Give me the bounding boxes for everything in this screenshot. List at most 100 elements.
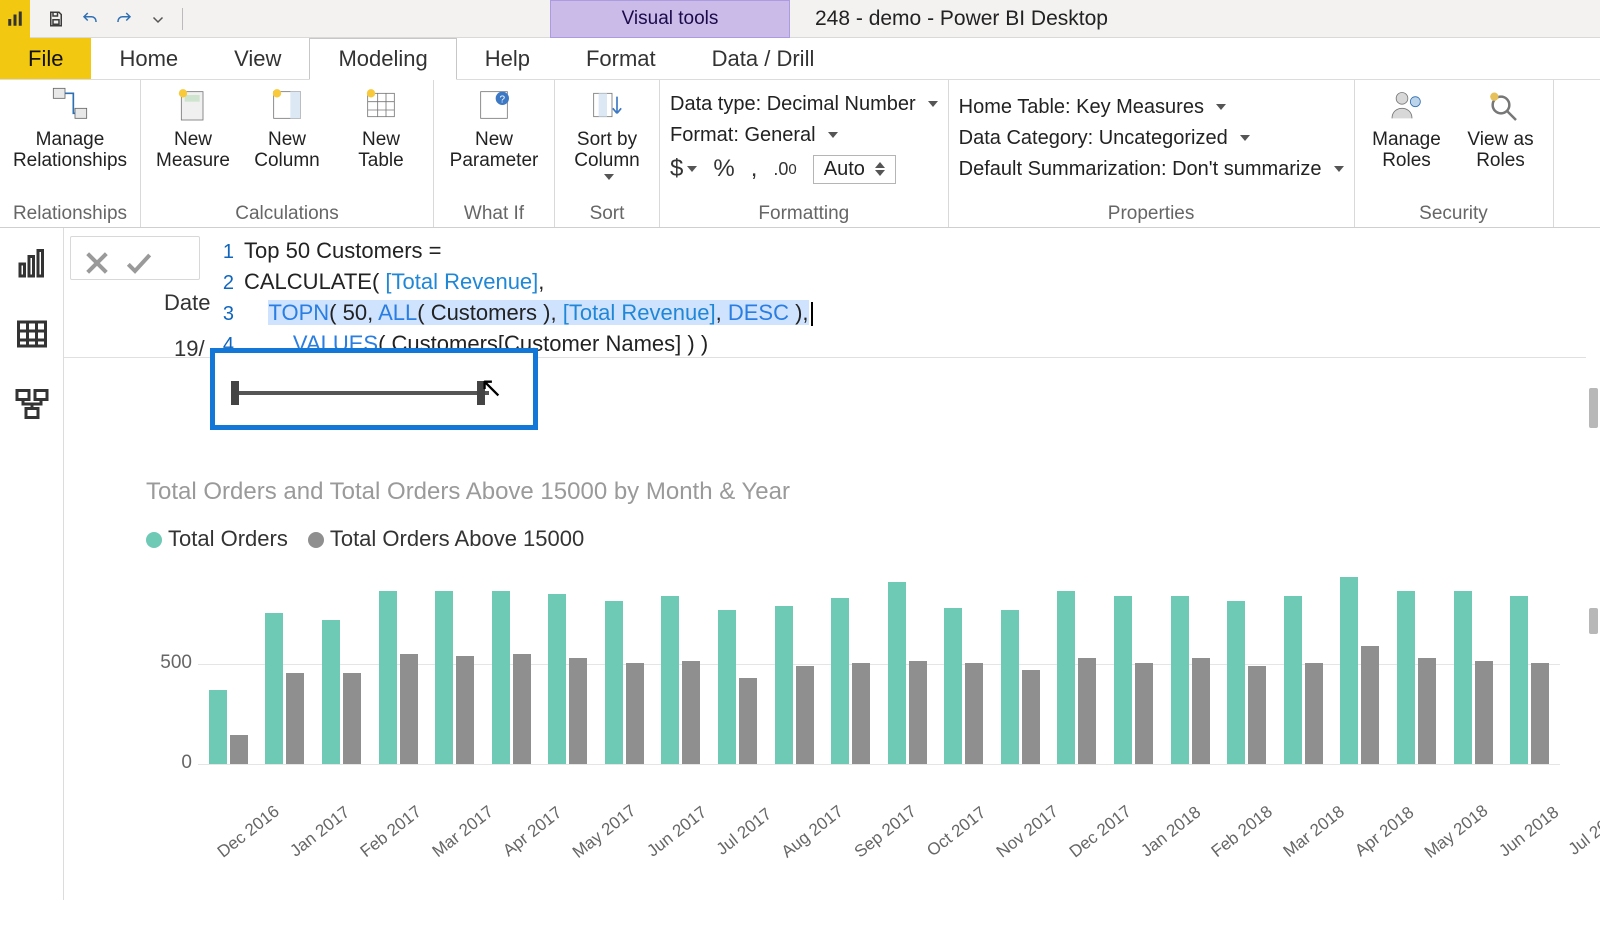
bar-series-1[interactable]	[1192, 658, 1210, 764]
slider-handle-end[interactable]	[477, 381, 485, 405]
bar-series-0[interactable]	[379, 591, 397, 764]
bar-series-0[interactable]	[1001, 610, 1019, 764]
bar-series-0[interactable]	[1227, 601, 1245, 764]
thousands-button[interactable]: ,	[751, 155, 758, 183]
code-l3-p1: ( 50,	[329, 300, 378, 325]
x-tick-label: Dec 2017	[1065, 802, 1135, 863]
model-view-icon[interactable]	[14, 386, 50, 422]
bar-series-1[interactable]	[400, 654, 418, 764]
bar-series-1[interactable]	[739, 678, 757, 764]
legend-label-1: Total Orders Above 15000	[330, 526, 584, 551]
bar-series-1[interactable]	[1418, 658, 1436, 764]
tab-format[interactable]: Format	[558, 38, 684, 79]
data-type-dropdown[interactable]: Data type: Decimal Number	[670, 93, 938, 116]
bar-series-0[interactable]	[548, 594, 566, 764]
bar-series-0[interactable]	[1284, 596, 1302, 764]
bar-series-1[interactable]	[343, 673, 361, 764]
bar-series-0[interactable]	[888, 582, 906, 764]
slider-track[interactable]	[231, 391, 489, 395]
bar-series-1[interactable]	[1475, 661, 1493, 764]
bar-chart-visual[interactable]: Total Orders and Total Orders Above 1500…	[146, 478, 1560, 938]
new-measure-button[interactable]: New Measure	[151, 84, 235, 172]
bar-series-0[interactable]	[1114, 596, 1132, 764]
group-formatting: Formatting	[758, 201, 849, 225]
tab-view[interactable]: View	[206, 38, 309, 79]
tab-file[interactable]: File	[0, 38, 91, 79]
tab-modeling[interactable]: Modeling	[309, 38, 456, 80]
bar-series-1[interactable]	[230, 735, 248, 764]
bar-series-0[interactable]	[661, 596, 679, 764]
bar-series-1[interactable]	[626, 663, 644, 764]
bar-series-1[interactable]	[456, 656, 474, 764]
qat-customize-icon[interactable]	[144, 5, 172, 33]
bar-series-0[interactable]	[322, 620, 340, 764]
tab-home[interactable]: Home	[91, 38, 206, 79]
x-tick-label: Jan 2018	[1138, 802, 1205, 861]
bar-series-0[interactable]	[1171, 596, 1189, 764]
tab-help[interactable]: Help	[457, 38, 558, 79]
bar-series-1[interactable]	[965, 663, 983, 764]
data-view-icon[interactable]	[14, 316, 50, 352]
bar-series-1[interactable]	[909, 661, 927, 764]
new-column-button[interactable]: New Column	[245, 84, 329, 172]
slider-handle-start[interactable]	[231, 381, 239, 405]
bar-series-1[interactable]	[569, 658, 587, 764]
bar-series-0[interactable]	[209, 690, 227, 764]
view-as-roles-button[interactable]: View as Roles	[1459, 84, 1543, 172]
sort-by-column-button[interactable]: Sort by Column	[565, 84, 649, 180]
bar-series-0[interactable]	[831, 598, 849, 764]
bar-series-0[interactable]	[1510, 596, 1528, 764]
decimals-stepper[interactable]: Auto	[813, 155, 896, 184]
new-parameter-button[interactable]: ? New Parameter	[444, 84, 544, 172]
code-l3-p2: ( Customers ),	[417, 300, 562, 325]
scrollbar-thumb[interactable]	[1589, 388, 1598, 428]
bar-series-0[interactable]	[1454, 591, 1472, 764]
currency-button[interactable]: $	[670, 155, 697, 183]
format-dropdown[interactable]: Format: General	[670, 124, 938, 147]
view-as-roles-icon	[1480, 84, 1522, 126]
redo-icon[interactable]	[110, 5, 138, 33]
report-view-icon[interactable]	[14, 246, 50, 282]
undo-icon[interactable]	[76, 5, 104, 33]
default-summarization-dropdown[interactable]: Default Summarization: Don't summarize	[959, 158, 1344, 181]
bar-series-0[interactable]	[492, 591, 510, 764]
percent-button[interactable]: %	[713, 155, 734, 183]
bar-series-1[interactable]	[1022, 670, 1040, 764]
bar-series-1[interactable]	[796, 666, 814, 764]
bar-series-1[interactable]	[1305, 663, 1323, 764]
bar-series-0[interactable]	[1057, 591, 1075, 764]
formula-editor[interactable]: 1Top 50 Customers = 2CALCULATE( [Total R…	[200, 228, 1586, 357]
bar-series-1[interactable]	[1078, 658, 1096, 764]
bar-series-1[interactable]	[1361, 646, 1379, 764]
bar-series-0[interactable]	[435, 591, 453, 764]
bar-series-1[interactable]	[1135, 663, 1153, 764]
data-category-dropdown[interactable]: Data Category: Uncategorized	[959, 127, 1344, 150]
formula-commit-button[interactable]	[123, 247, 155, 279]
x-tick-label: Dec 2016	[214, 802, 284, 863]
home-table-dropdown[interactable]: Home Table: Key Measures	[959, 96, 1344, 119]
bar-series-1[interactable]	[513, 654, 531, 764]
bar-series-0[interactable]	[944, 608, 962, 764]
formula-cancel-button[interactable]	[81, 247, 113, 279]
bar-series-0[interactable]	[1340, 577, 1358, 764]
bar-series-1[interactable]	[286, 673, 304, 764]
bar-series-0[interactable]	[1397, 591, 1415, 764]
bar-series-0[interactable]	[775, 606, 793, 764]
bar-series-0[interactable]	[605, 601, 623, 764]
bar-series-1[interactable]	[1531, 663, 1549, 764]
slicer-range-highlight[interactable]: ↖	[210, 348, 538, 430]
bar-series-0[interactable]	[718, 610, 736, 764]
x-tick-label: Feb 2018	[1208, 802, 1277, 862]
manage-roles-button[interactable]: Manage Roles	[1365, 84, 1449, 172]
bar-series-1[interactable]	[852, 663, 870, 764]
bar-series-1[interactable]	[682, 661, 700, 764]
tab-data-drill[interactable]: Data / Drill	[684, 38, 843, 79]
default-summarization-label: Default Summarization: Don't summarize	[959, 158, 1322, 181]
new-table-button[interactable]: New Table	[339, 84, 423, 172]
save-icon[interactable]	[42, 5, 70, 33]
scrollbar-thumb[interactable]	[1589, 608, 1598, 634]
bar-series-1[interactable]	[1248, 666, 1266, 764]
contextual-tab-visual-tools[interactable]: Visual tools	[550, 0, 790, 38]
bar-series-0[interactable]	[265, 613, 283, 764]
manage-relationships-button[interactable]: Manage Relationships	[10, 84, 130, 172]
